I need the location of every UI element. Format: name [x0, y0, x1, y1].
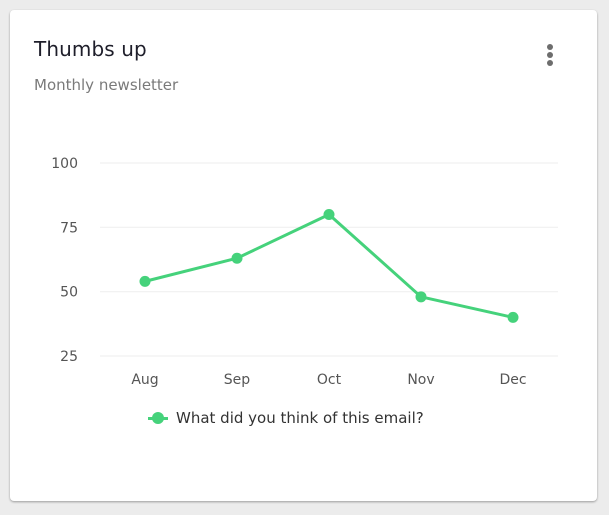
legend-item[interactable]: What did you think of this email?: [148, 407, 424, 429]
grid-lines: [100, 162, 558, 357]
data-point[interactable]: [323, 208, 335, 220]
x-tick-label: Dec: [499, 372, 526, 388]
legend-marker-icon: [148, 412, 168, 424]
data-point[interactable]: [139, 275, 151, 287]
legend-label: What did you think of this email?: [176, 409, 424, 427]
y-tick-label: 75: [60, 220, 78, 236]
line-chart: 100 75 50 25 Aug Sep Oct Nov Dec: [51, 156, 558, 388]
y-tick-label: 50: [60, 285, 78, 301]
x-tick-label: Nov: [407, 372, 434, 388]
data-point[interactable]: [231, 252, 243, 264]
data-point[interactable]: [415, 291, 427, 303]
x-tick-label: Oct: [317, 372, 342, 388]
y-tick-label: 25: [60, 349, 78, 365]
x-tick-label: Sep: [224, 372, 251, 388]
data-point[interactable]: [507, 311, 519, 323]
x-tick-label: Aug: [131, 372, 158, 388]
series-line: [144, 212, 514, 319]
y-axis-ticks: 100 75 50 25: [51, 156, 78, 365]
y-tick-label: 100: [51, 156, 78, 172]
series-group: [139, 208, 519, 323]
x-axis-ticks: Aug Sep Oct Nov Dec: [131, 372, 526, 388]
